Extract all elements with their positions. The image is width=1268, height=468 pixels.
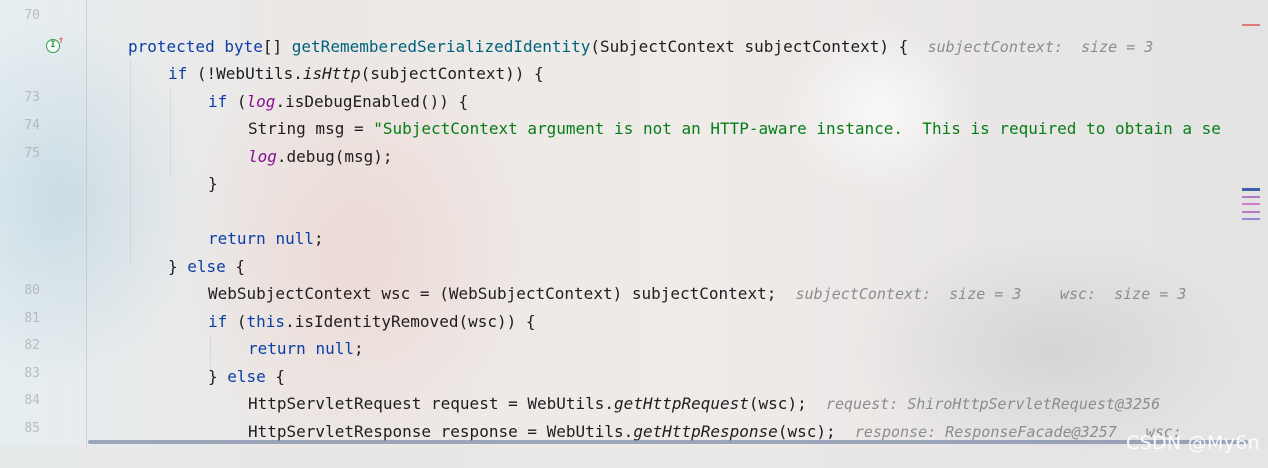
code-text: (: [227, 312, 247, 331]
vertical-scrollbar-markers[interactable]: [1242, 0, 1260, 448]
line-number: 74: [24, 118, 40, 133]
indent-guide: [170, 86, 171, 176]
line-number: 84: [24, 393, 40, 408]
code-text: (SubjectContext subjectContext) {: [590, 37, 909, 56]
static-call[interactable]: getHttpRequest: [614, 394, 749, 413]
code-text: HttpServletResponse response = WebUtils.: [248, 422, 634, 441]
code-text: String msg =: [248, 119, 374, 138]
static-call[interactable]: isHttp: [303, 64, 361, 83]
line-gutter: 70 73 74 75 80 81 82 83 84 85 I ↑: [0, 0, 87, 448]
inline-debug-hint: subjectContext: size = 3: [927, 38, 1154, 56]
field-log[interactable]: log: [248, 147, 277, 166]
horizontal-scrollbar[interactable]: [88, 440, 1248, 444]
line-number: 83: [24, 366, 40, 381]
code-text: {: [225, 257, 246, 276]
code-text: HttpServletRequest request = WebUtils.: [248, 394, 615, 413]
code-line: } else {: [168, 253, 245, 280]
keyword-if: if: [168, 64, 188, 83]
watermark: CSDN @My6n: [1126, 432, 1260, 454]
field-log[interactable]: log: [247, 92, 276, 111]
code-text: (wsc);: [777, 422, 836, 441]
marker-label: I: [50, 40, 56, 50]
code-text: .debug(msg);: [276, 147, 393, 166]
code-text: {: [265, 367, 286, 386]
code-line: String msg = "SubjectContext argument is…: [248, 115, 1221, 142]
code-text: ;: [353, 339, 364, 358]
code-text: []: [262, 37, 292, 56]
arrow-up-icon: ↑: [58, 35, 65, 46]
code-line: HttpServletRequest request = WebUtils.ge…: [248, 390, 1160, 417]
code-line: if (log.isDebugEnabled()) {: [208, 88, 468, 115]
indent-guide: [130, 60, 131, 265]
code-text: (: [227, 92, 247, 111]
keyword-protected: protected: [128, 37, 215, 56]
usage-marker[interactable]: [1242, 211, 1260, 213]
keyword-null: null: [275, 229, 314, 248]
code-line: }: [208, 170, 218, 197]
code-line: if (this.isIdentityRemoved(wsc)) {: [208, 308, 536, 335]
editor-bottom-strip: [0, 446, 1268, 468]
code-text: }: [208, 367, 228, 386]
code-line: return null;: [248, 335, 364, 362]
keyword-if: if: [208, 92, 228, 111]
keyword-else: else: [187, 257, 226, 276]
code-text: }: [208, 174, 218, 193]
inline-debug-hint: subjectContext: size = 3: [795, 285, 1022, 303]
error-marker[interactable]: [1242, 24, 1260, 26]
code-line: log.debug(msg);: [248, 143, 393, 170]
keyword-null: null: [315, 339, 354, 358]
line-number: 82: [24, 338, 40, 353]
code-line: return null;: [208, 225, 324, 252]
static-call[interactable]: getHttpResponse: [633, 422, 778, 441]
code-text: .isIdentityRemoved(wsc)) {: [285, 312, 536, 331]
keyword-this: this: [246, 312, 286, 331]
code-line: if (!WebUtils.isHttp(subjectContext)) {: [168, 60, 544, 87]
line-number: 70: [24, 8, 40, 23]
code-line: } else {: [208, 363, 285, 390]
usage-marker[interactable]: [1242, 203, 1260, 205]
code-text: (wsc);: [748, 394, 807, 413]
code-line: WebSubjectContext wsc = (WebSubjectConte…: [208, 280, 1186, 307]
line-number: 80: [24, 283, 40, 298]
code-text: (subjectContext)) {: [360, 64, 544, 83]
keyword-else: else: [227, 367, 266, 386]
usage-marker[interactable]: [1242, 196, 1260, 198]
code-text: }: [168, 257, 188, 276]
keyword-return: return: [208, 229, 266, 248]
code-text: ;: [313, 229, 324, 248]
code-text: (!WebUtils.: [187, 64, 303, 83]
line-number: 73: [24, 90, 40, 105]
inline-debug-hint: request: ShiroHttpServletRequest@3256: [825, 395, 1161, 413]
keyword-byte: byte: [224, 37, 263, 56]
inline-debug-hint: wsc: size = 3: [1059, 285, 1187, 303]
caret-marker[interactable]: [1242, 188, 1260, 191]
method-name[interactable]: getRememberedSerializedIdentity: [292, 37, 591, 56]
keyword-if: if: [208, 312, 228, 331]
code-line: protected byte[] getRememberedSerialized…: [128, 33, 1153, 60]
line-number: 85: [24, 421, 40, 436]
code-text: WebSubjectContext wsc = (WebSubjectConte…: [208, 284, 777, 303]
keyword-return: return: [248, 339, 306, 358]
usage-marker[interactable]: [1242, 218, 1260, 220]
line-number: 75: [24, 146, 40, 161]
inline-debug-hint: response: ResponseFacade@3257: [854, 423, 1117, 441]
code-text: .isDebugEnabled()) {: [275, 92, 469, 111]
string-literal: "SubjectContext argument is not an HTTP-…: [373, 119, 1221, 138]
line-number: 81: [24, 311, 40, 326]
